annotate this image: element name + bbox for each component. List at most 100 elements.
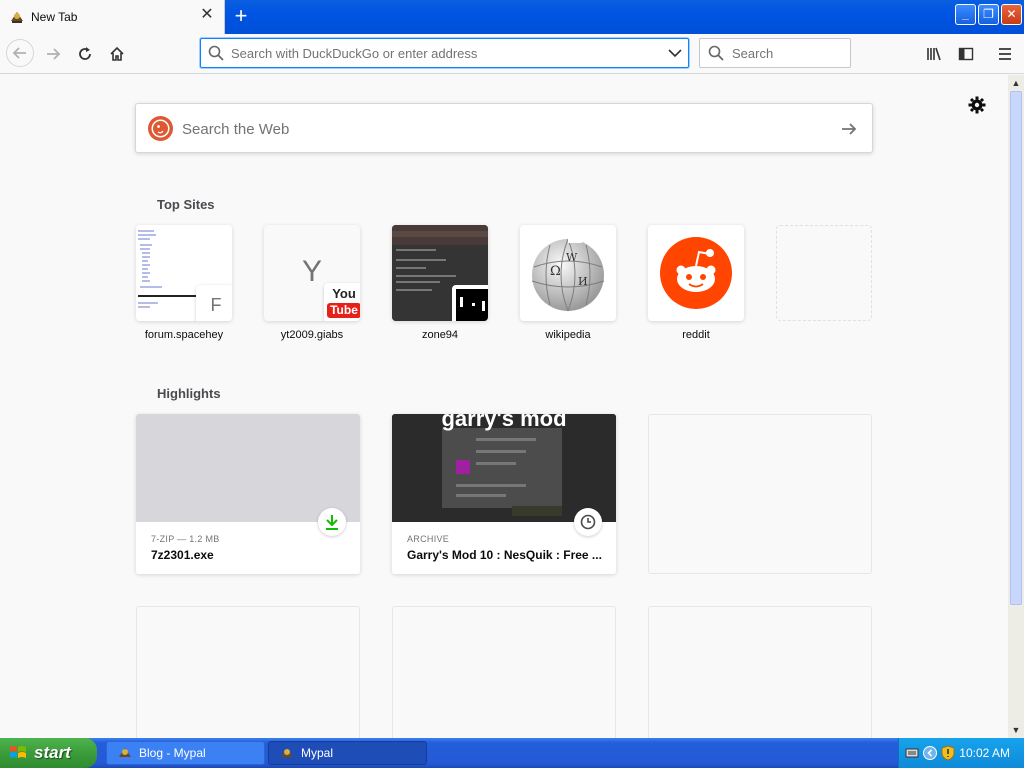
taskbar-item-label: Mypal — [301, 746, 334, 760]
tab-title: New Tab — [31, 10, 78, 24]
site-thumbnail: Ω W И — [520, 225, 616, 321]
sidebar-icon — [958, 47, 974, 61]
scroll-up-icon[interactable]: ▲ — [1008, 75, 1024, 91]
title-bar: New Tab ✕ + _ ❐ ✕ — [0, 0, 1024, 34]
library-icon — [927, 47, 941, 61]
start-label: start — [34, 743, 71, 762]
security-shield-icon[interactable] — [941, 745, 955, 761]
menu-button[interactable] — [992, 41, 1018, 67]
web-search-input[interactable] — [182, 119, 782, 139]
home-icon — [110, 46, 124, 61]
top-site-label: forum.spacehey — [144, 329, 224, 341]
highlights-heading: Highlights — [157, 386, 221, 401]
scrollbar-thumb[interactable] — [1010, 91, 1022, 605]
card-context: 7-ZIP — 1.2 MB — [151, 534, 220, 544]
top-site-forum-spacehey[interactable]: F forum.spacehey — [136, 225, 232, 341]
card-preview-image: garry's mod — [392, 414, 616, 522]
tab-close-icon[interactable]: ✕ — [200, 7, 214, 23]
chevron-left-icon[interactable] — [923, 746, 937, 760]
card-type-badge — [318, 508, 346, 536]
site-letter-fallback: F — [196, 285, 232, 321]
search-icon — [708, 45, 724, 61]
top-site-label: wikipedia — [545, 329, 591, 341]
search-bar[interactable] — [699, 38, 851, 68]
search-input[interactable] — [732, 44, 842, 62]
top-site-yt2009-giabs[interactable]: Y You Tube yt2009.giabs — [264, 225, 360, 341]
gear-icon[interactable] — [967, 95, 987, 115]
address-input[interactable] — [231, 44, 651, 62]
site-thumbnail: Y You Tube — [264, 225, 360, 321]
highlight-card-garrys-mod[interactable]: garry's mod ARCHIVE Garry's Mod 10 : Nes… — [392, 414, 616, 574]
windows-flag-icon — [10, 746, 26, 758]
thumbnail-text: garry's mod — [441, 414, 567, 431]
library-button[interactable] — [921, 41, 947, 67]
reload-button[interactable] — [72, 41, 98, 67]
highlight-empty-slot — [392, 606, 616, 738]
reload-icon — [79, 47, 91, 60]
top-site-label: yt2009.giabs — [280, 329, 344, 341]
svg-text:Ω: Ω — [550, 264, 561, 279]
top-site-empty-slot[interactable] — [776, 225, 872, 329]
close-window-button[interactable]: ✕ — [1001, 4, 1022, 25]
mypal-favicon-icon — [11, 12, 23, 23]
web-search-box[interactable] — [135, 103, 873, 153]
back-arrow-icon — [12, 47, 26, 59]
site-thumbnail — [648, 225, 744, 321]
home-button[interactable] — [104, 41, 130, 67]
sidebar-button[interactable] — [953, 41, 979, 67]
top-site-label: zone94 — [421, 329, 459, 341]
top-site-label: reddit — [682, 329, 710, 341]
top-site-wikipedia[interactable]: Ω W И wikipedia — [520, 225, 616, 341]
newtab-page: Top Sites F forum.spacehey Y You Tube yt… — [0, 75, 1008, 738]
search-icon — [208, 45, 224, 61]
card-title: Garry's Mod 10 : NesQuik : Free ... — [407, 548, 602, 562]
card-title: 7z2301.exe — [151, 548, 214, 562]
taskbar-item-mypal[interactable]: Mypal — [268, 741, 427, 765]
svg-text:И: И — [578, 275, 588, 288]
clock-icon — [580, 514, 596, 530]
keyboard-icon[interactable] — [905, 747, 919, 759]
wikipedia-globe-icon: Ω W И — [531, 233, 605, 312]
site-thumbnail — [392, 225, 488, 321]
card-type-badge — [574, 508, 602, 536]
scroll-down-icon[interactable]: ▼ — [1008, 722, 1024, 738]
restore-button[interactable]: ❐ — [978, 4, 999, 25]
card-context: ARCHIVE — [407, 534, 450, 544]
card-preview-image — [136, 414, 360, 522]
taskbar: start Blog - Mypal Mypal 10:02 AM — [0, 738, 1024, 768]
clock: 10:02 AM — [959, 746, 1010, 760]
highlight-empty-slot — [648, 606, 872, 738]
top-sites-heading: Top Sites — [157, 197, 215, 212]
taskbar-item-blog-mypal[interactable]: Blog - Mypal — [106, 741, 265, 765]
youtube-logo-icon: You Tube — [324, 283, 360, 321]
new-tab-button[interactable]: + — [231, 5, 251, 27]
forward-arrow-icon — [47, 48, 61, 60]
address-bar[interactable] — [200, 38, 689, 68]
nav-toolbar — [0, 34, 1024, 74]
arrow-right-icon[interactable] — [840, 120, 858, 138]
empty-site-placeholder — [776, 225, 872, 321]
back-button[interactable] — [6, 39, 34, 67]
mypal-app-icon — [281, 748, 293, 757]
duckduckgo-logo-icon — [148, 116, 173, 141]
zone94-favicon-icon — [452, 285, 488, 321]
reddit-alien-icon — [660, 237, 732, 309]
highlight-empty-slot — [136, 606, 360, 738]
mypal-app-icon — [119, 748, 131, 757]
highlight-card-7z2301[interactable]: 7-ZIP — 1.2 MB 7z2301.exe — [136, 414, 360, 574]
forward-button[interactable] — [40, 41, 66, 67]
site-thumbnail: F — [136, 225, 232, 321]
system-tray: 10:02 AM — [898, 738, 1024, 768]
svg-text:W: W — [566, 251, 578, 264]
chevron-down-icon[interactable] — [668, 47, 682, 59]
vertical-scrollbar[interactable]: ▲ ▼ — [1008, 75, 1024, 738]
top-site-reddit[interactable]: reddit — [648, 225, 744, 341]
highlight-empty-slot — [648, 414, 872, 574]
tab-new-tab[interactable]: New Tab ✕ — [0, 0, 225, 34]
hamburger-menu-icon — [999, 48, 1011, 60]
taskbar-item-label: Blog - Mypal — [139, 746, 206, 760]
start-button[interactable]: start — [0, 738, 97, 768]
download-icon — [326, 515, 338, 530]
top-site-zone94[interactable]: zone94 — [392, 225, 488, 341]
minimize-button[interactable]: _ — [955, 4, 976, 25]
